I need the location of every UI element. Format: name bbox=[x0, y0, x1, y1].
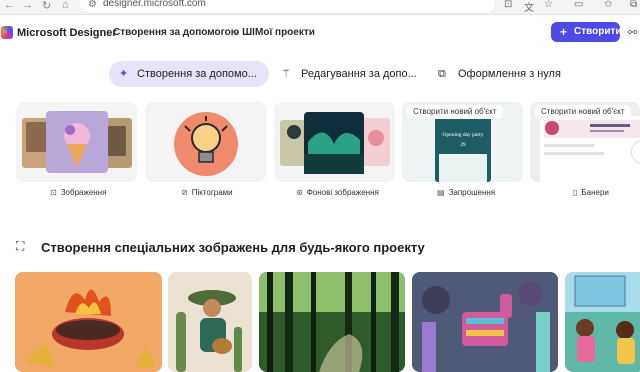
tab-label: Редагування за допо... bbox=[301, 68, 417, 80]
category-card-invitations[interactable]: Opening day party 29 Створити новий об'є… bbox=[402, 102, 523, 182]
gallery-tile-reading-kids[interactable] bbox=[565, 272, 640, 372]
category-card-images[interactable] bbox=[16, 102, 137, 182]
create-new-object-pill[interactable]: Створити новий об'єкт bbox=[407, 105, 503, 119]
home-icon[interactable]: ⌂ bbox=[62, 0, 69, 11]
create-button[interactable]: + Створити bbox=[551, 22, 622, 42]
gallery-tile-forest[interactable] bbox=[259, 272, 405, 372]
chevron-down-icon[interactable]: ⌄ bbox=[232, 26, 240, 37]
category-card-banners[interactable]: Створити новий об'єкт bbox=[530, 102, 640, 182]
category-card-stickers[interactable] bbox=[145, 102, 266, 182]
site-info-icon[interactable]: ⚙ bbox=[88, 0, 97, 10]
invitation-preview-date: 29 bbox=[461, 143, 467, 148]
favorites-bar-icon[interactable]: ✩ bbox=[604, 0, 612, 10]
category-label-backgrounds[interactable]: ⊛ Фонові зображення bbox=[296, 188, 379, 197]
sticker-icon: ⊘ bbox=[181, 188, 188, 197]
share-icon[interactable]: ⚯ bbox=[628, 26, 637, 39]
section-title: Створення спеціальних зображень для будь… bbox=[41, 240, 425, 255]
banner-icon: ▯ bbox=[573, 188, 578, 197]
category-label-invitations[interactable]: ▤ Запрошення bbox=[437, 188, 495, 197]
url-text: designer.microsoft.com bbox=[103, 0, 206, 9]
app-header: Microsoft Designer Створення за допомого… bbox=[0, 15, 640, 50]
grill-image bbox=[15, 272, 162, 372]
designer-logo-icon bbox=[1, 26, 13, 39]
category-card-backgrounds[interactable] bbox=[274, 102, 395, 182]
app-icon[interactable]: ⊡ bbox=[504, 0, 512, 10]
stickers-preview bbox=[174, 112, 238, 176]
tab-design-from-scratch[interactable]: ⧉ Оформлення з нуля bbox=[438, 61, 561, 87]
category-label-stickers[interactable]: ⊘ Піктограми bbox=[181, 188, 233, 197]
plus-icon: + bbox=[560, 25, 568, 39]
backgrounds-preview bbox=[280, 112, 390, 174]
forest-image bbox=[259, 272, 405, 372]
image-icon: ⊡ bbox=[50, 188, 57, 197]
menu-my-projects[interactable]: Мої проекти bbox=[255, 27, 315, 38]
category-label-banners[interactable]: ▯ Банери bbox=[573, 188, 609, 197]
invitation-icon: ▤ bbox=[437, 188, 445, 197]
background-icon: ⊛ bbox=[296, 188, 303, 197]
translate-icon[interactable]: 文 bbox=[524, 0, 534, 14]
tab-edit-with-ai[interactable]: ⚚ Редагування за допо... bbox=[281, 61, 417, 87]
forward-icon[interactable]: → bbox=[22, 0, 33, 11]
reading-kids-image bbox=[565, 272, 640, 372]
layout-icon: ⧉ bbox=[438, 68, 446, 80]
guitarist-image bbox=[168, 272, 252, 372]
brand-name[interactable]: Microsoft Designer bbox=[17, 27, 117, 39]
gallery-tile-pinata[interactable] bbox=[412, 272, 558, 372]
image-sparkle-icon: ⛶ bbox=[16, 239, 25, 253]
wand-icon: ⚚ bbox=[281, 68, 291, 80]
gallery-tile-guitarist[interactable] bbox=[168, 272, 252, 372]
invitation-preview-title: Opening day party bbox=[443, 132, 484, 138]
images-preview bbox=[22, 111, 132, 173]
tab-label: Створення за допомо... bbox=[137, 68, 257, 80]
tab-label: Оформлення з нуля bbox=[458, 68, 561, 80]
back-icon[interactable]: ← bbox=[4, 0, 15, 11]
gallery-tile-grill[interactable] bbox=[15, 272, 162, 372]
sparkle-icon: ✦ bbox=[119, 68, 129, 80]
refresh-icon[interactable]: ↻ bbox=[42, 0, 51, 12]
pinata-image bbox=[412, 272, 558, 372]
browser-toolbar: ← → ↻ ⌂ ⚙ designer.microsoft.com ⊡ 文 ☆ ▭… bbox=[0, 0, 640, 15]
favorite-icon[interactable]: ☆ bbox=[544, 0, 553, 10]
split-screen-icon[interactable]: ▭ bbox=[574, 0, 583, 10]
tab-create-with-ai[interactable]: ✦ Створення за допомо... bbox=[109, 61, 269, 87]
create-new-object-pill[interactable]: Створити новий об'єкт bbox=[535, 105, 631, 119]
create-button-label: Створити bbox=[574, 26, 622, 37]
category-label-images[interactable]: ⊡ Зображення bbox=[50, 188, 106, 197]
collections-icon[interactable]: ⧉ bbox=[630, 0, 637, 10]
